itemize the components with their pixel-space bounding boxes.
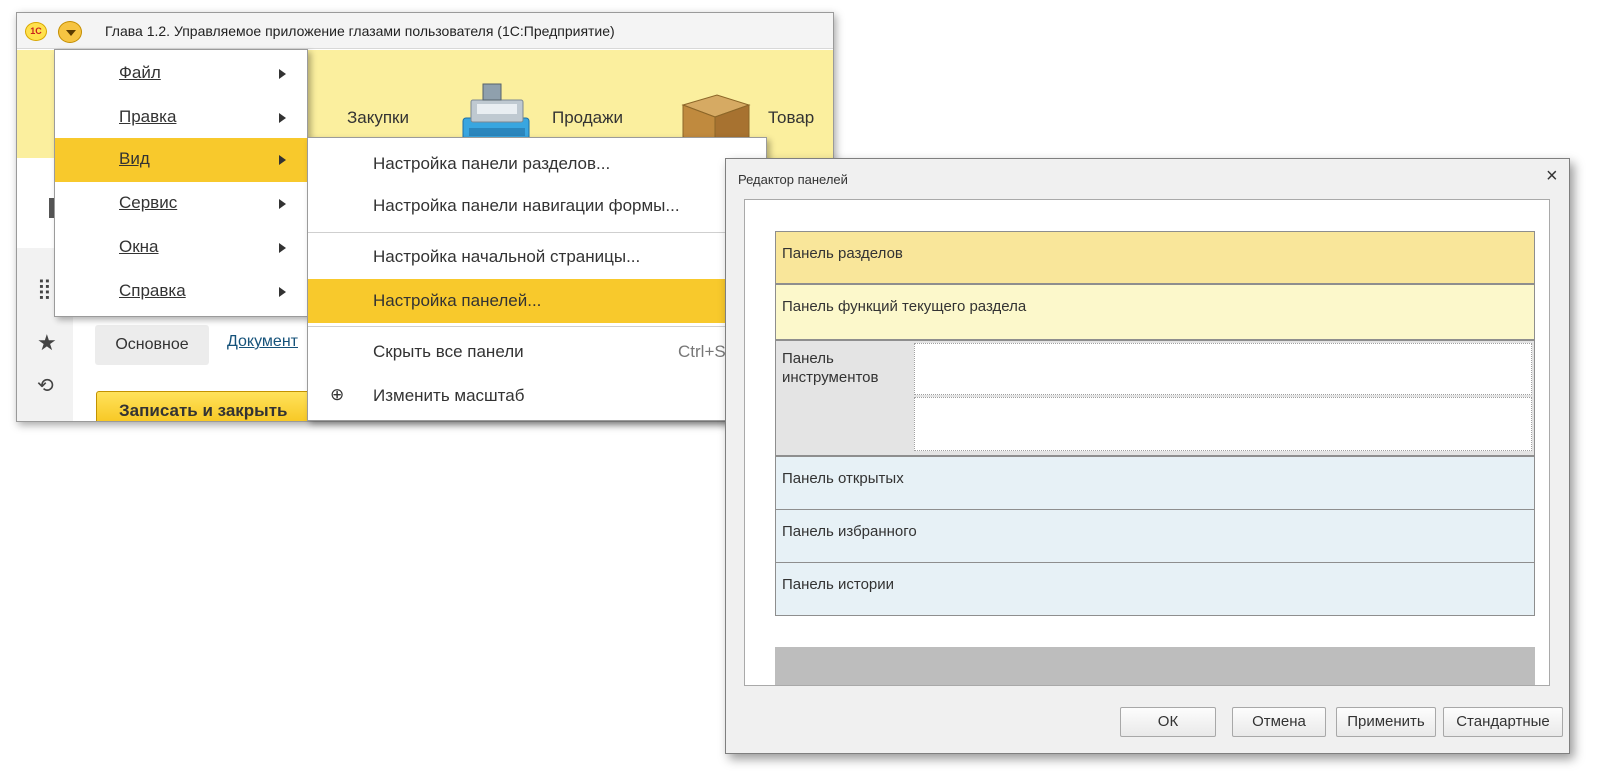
submenu-item-sections-panel-settings[interactable]: Настройка панели разделов... [308,142,766,186]
panel-label: Панель функций текущего раздела [782,298,1027,315]
default-button[interactable]: Стандартные [1443,707,1563,737]
zoom-in-icon: ⊕ [330,385,345,404]
close-icon[interactable]: × [1546,165,1558,188]
section-goods[interactable]: Товар [768,108,814,128]
panel-open-windows[interactable]: Панель открытых [775,456,1535,510]
cancel-button[interactable]: Отмена [1232,707,1326,737]
view-submenu: Настройка панели разделов... Настройка п… [307,137,767,421]
panel-editor-dialog: Редактор панелей × Панель разделов Панел… [725,158,1570,754]
menu-item-label: Вид [119,149,150,168]
panel-favorites[interactable]: Панель избранного [775,509,1535,563]
submenu-item-label: Изменить масштаб [373,386,525,405]
menu-item-edit[interactable]: Правка [55,96,307,140]
menu-item-label: Сервис [119,193,178,212]
panel-label: Панель истории [782,576,895,593]
submenu-arrow-icon [279,69,286,79]
menu-item-label: Правка [119,107,177,126]
panel-label: Панель инструментов [782,350,879,386]
panels-layout-area: Панель разделов Панель функций текущего … [744,199,1550,686]
submenu-item-label: Настройка начальной страницы... [373,247,641,266]
menu-item-view[interactable]: Вид [55,138,307,182]
menu-item-label: Окна [119,237,159,256]
submenu-arrow-icon [279,155,286,165]
submenu-arrow-icon [279,243,286,253]
panel-label: Панель разделов [782,245,903,262]
panel-label: Панель избранного [782,523,917,540]
main-menu-button[interactable] [58,21,82,43]
drop-slot[interactable] [914,397,1532,451]
available-panels-area[interactable] [775,647,1535,685]
submenu-arrow-icon [279,113,286,123]
submenu-item-home-page-settings[interactable]: Настройка начальной страницы... [308,235,766,279]
submenu-arrow-icon [279,199,286,209]
star-icon[interactable]: ★ [37,330,57,356]
menu-item-windows[interactable]: Окна [55,226,307,270]
title-bar: 1С Глава 1.2. Управляемое приложение гла… [17,13,833,49]
submenu-separator [308,326,766,327]
menu-item-help[interactable]: Справка [55,270,307,314]
menu-item-label: Справка [119,281,186,300]
menu-item-service[interactable]: Сервис [55,182,307,226]
panel-label: Панель открытых [782,470,904,487]
submenu-item-label: Скрыть все панели [373,342,524,361]
submenu-item-label: Настройка панелей... [373,291,542,310]
apps-grid-icon[interactable]: ⣿ [37,276,52,301]
dialog-title: Редактор панелей [738,172,848,187]
menu-item-label: Файл [119,63,161,82]
panel-sections[interactable]: Панель разделов [775,231,1535,284]
submenu-item-hide-all-panels[interactable]: Скрыть все панели Ctrl+Sh [308,330,766,374]
main-menu: Файл Правка Вид Сервис Окна Справка [54,49,308,317]
panel-current-section-functions[interactable]: Панель функций текущего раздела [775,284,1535,340]
submenu-item-panels-settings[interactable]: Настройка панелей... [308,279,766,323]
submenu-item-label: Настройка панели навигации формы... [373,196,680,215]
ok-button[interactable]: ОК [1120,707,1216,737]
tab-main[interactable]: Основное [95,325,209,365]
submenu-item-form-navigation-settings[interactable]: Настройка панели навигации формы... [308,184,766,228]
drop-slot[interactable] [914,343,1532,395]
section-sales[interactable]: Продажи [552,108,623,128]
submenu-separator [308,232,766,233]
section-purchases[interactable]: Закупки [347,108,409,128]
apply-button[interactable]: Применить [1336,707,1436,737]
window-title: Глава 1.2. Управляемое приложение глазам… [105,23,615,39]
1c-logo: 1С [25,22,47,41]
submenu-arrow-icon [279,287,286,297]
panel-tools[interactable]: Панель инструментов [775,340,1535,456]
panel-history[interactable]: Панель истории [775,562,1535,616]
history-icon[interactable]: ⟲ [37,373,54,398]
tab-documents[interactable]: Документ [227,333,298,351]
menu-item-file[interactable]: Файл [55,52,307,96]
submenu-item-change-zoom[interactable]: ⊕ Изменить масштаб [308,374,766,418]
submenu-item-label: Настройка панели разделов... [373,154,611,173]
